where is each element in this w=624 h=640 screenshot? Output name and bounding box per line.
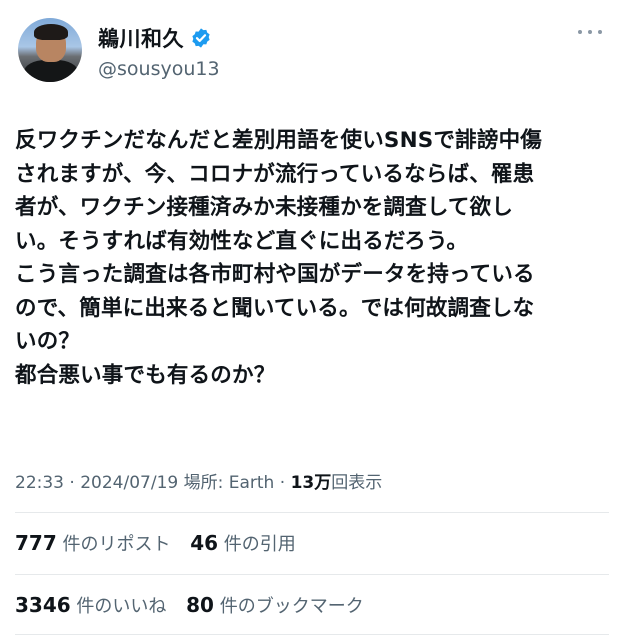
- display-name[interactable]: 鵜川和久: [98, 23, 184, 53]
- stats-row-reposts: 777 件のリポスト 46 件の引用: [15, 530, 310, 556]
- divider: [15, 574, 609, 575]
- bookmarks-stat[interactable]: 80 件のブックマーク: [186, 593, 364, 617]
- tweet-text-line: されますが、今、コロナが流行っているならば、罹患: [15, 161, 535, 187]
- avatar-hair: [34, 24, 68, 40]
- tweet-time[interactable]: 22:33: [15, 473, 64, 493]
- divider: [15, 512, 609, 513]
- tweet-text-line: い。そうすれば有効性など直ぐに出るだろう。: [15, 228, 469, 254]
- views-count: 13万: [290, 473, 332, 493]
- more-dot-icon: [588, 30, 592, 34]
- tweet-header: 鵜川和久 @sousyou13: [18, 18, 608, 88]
- avatar[interactable]: [18, 18, 82, 82]
- tweet-text-line: ので、簡単に出来ると聞いている。では何故調査しな: [15, 295, 535, 321]
- tweet-text: 反ワクチンだなんだと差別用語を使いSNSで誹謗中傷 されますが、今、コロナが流行…: [15, 124, 615, 392]
- verified-badge-icon[interactable]: [190, 27, 212, 49]
- tweet-text-line: 都合悪い事でも有るのか？: [15, 362, 276, 388]
- tweet-text-line: 反ワクチンだなんだと差別用語を使いSNSで誹謗中傷: [15, 128, 542, 153]
- tweet-meta: 22:33 · 2024/07/19 場所: Earth · 13万回表示: [15, 468, 382, 493]
- stats-row-likes: 3346 件のいいね 80 件のブックマーク: [15, 592, 378, 618]
- more-options-icon[interactable]: [578, 24, 602, 40]
- bookmarks-count: 80: [186, 593, 214, 617]
- views-label: 回表示: [331, 473, 383, 493]
- quotes-label: 件の引用: [223, 534, 296, 555]
- user-handle[interactable]: @sousyou13: [98, 58, 220, 80]
- divider: [15, 634, 609, 635]
- quotes-stat[interactable]: 46 件の引用: [190, 531, 296, 555]
- avatar-shirt: [24, 60, 78, 82]
- tweet-text-line: 者が、ワクチン接種済みか未接種かを調査して欲し: [15, 195, 514, 220]
- meta-separator: ·: [274, 473, 291, 493]
- likes-stat[interactable]: 3346 件のいいね: [15, 593, 167, 617]
- tweet-text-line: いの？: [15, 329, 81, 354]
- likes-label: 件のいいね: [76, 596, 167, 617]
- more-dot-icon: [578, 30, 582, 34]
- likes-count: 3346: [15, 593, 71, 617]
- reposts-count: 777: [15, 531, 57, 555]
- bookmarks-label: 件のブックマーク: [219, 596, 364, 617]
- display-name-row: 鵜川和久: [98, 24, 220, 52]
- more-dot-icon: [598, 30, 602, 34]
- user-names: 鵜川和久 @sousyou13: [98, 24, 220, 80]
- tweet-date[interactable]: 2024/07/19: [80, 473, 178, 493]
- tweet-text-line: こう言った調査は各市町村や国がデータを持っている: [15, 262, 535, 287]
- meta-separator: ·: [64, 473, 81, 493]
- quotes-count: 46: [190, 531, 219, 555]
- reposts-stat[interactable]: 777 件のリポスト: [15, 531, 171, 555]
- tweet-location: 場所: Earth: [183, 473, 275, 493]
- reposts-label: 件のリポスト: [62, 534, 171, 555]
